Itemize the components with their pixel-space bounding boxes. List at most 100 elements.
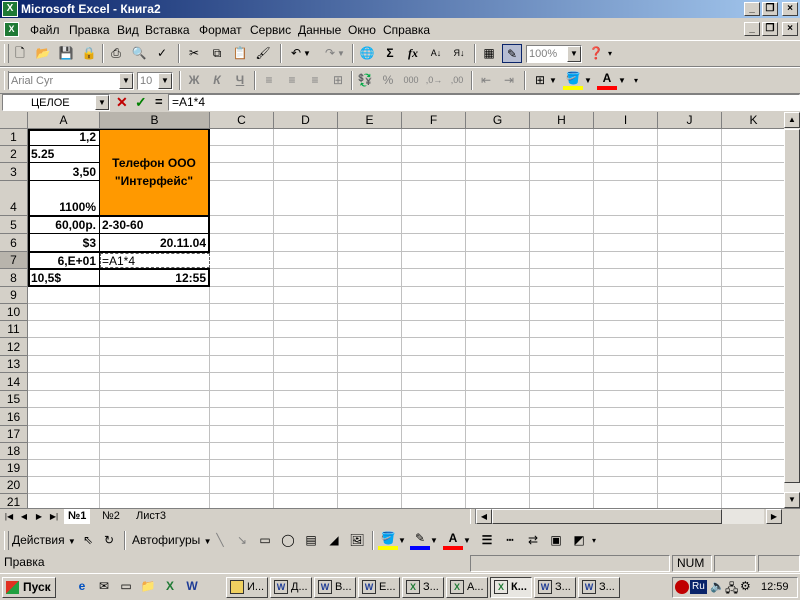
row-header[interactable]: 13 [0,356,28,373]
chevron-down-icon[interactable]: ▼ [428,531,440,550]
row-header[interactable]: 4 [0,181,28,216]
row-header[interactable]: 21 [0,494,28,508]
row-header[interactable]: 17 [0,426,28,443]
sort-desc-icon[interactable]: Я↓ [449,44,469,63]
cell-a8[interactable]: 10,5$ [31,271,97,285]
row-header[interactable]: 10 [0,304,28,321]
restore-button[interactable]: ❐ [762,2,778,16]
row-header[interactable]: 3 [0,163,28,181]
name-box[interactable]: ЦЕЛОЕ ▼ [2,94,110,111]
row-header[interactable]: 15 [0,391,28,408]
print-icon[interactable]: ⎙ [106,44,126,63]
cell-a6[interactable]: $3 [30,236,96,250]
fill-color-icon[interactable]: 🪣 [563,71,583,90]
column-header-i[interactable]: I [594,112,658,129]
fill-color-icon[interactable]: 🪣 [378,531,398,550]
vertical-scrollbar[interactable]: ▲ ▼ [784,112,800,508]
network-icon[interactable]: 🖧 [725,579,738,600]
excel-icon[interactable]: X [2,1,18,17]
task-button[interactable]: W Д... [270,577,312,598]
save-icon[interactable]: 💾 [56,44,76,63]
cell-b7-edit[interactable]: =A1*4 [102,254,206,268]
last-sheet-icon[interactable]: ▶| [47,510,61,524]
cell-b8[interactable]: 12:55 [102,271,206,285]
column-header-f[interactable]: F [402,112,466,129]
textbox-icon[interactable]: ▤ [301,531,321,550]
chevron-down-icon[interactable]: ▼ [461,531,473,550]
increase-indent-icon[interactable]: ⇥ [499,71,519,90]
font-size-combo[interactable]: 10 ▼ [137,72,173,90]
help-icon[interactable]: ❓ [586,44,606,63]
chevron-down-icon[interactable]: ▼ [567,46,581,62]
chevron-down-icon[interactable]: ▼ [119,73,133,89]
menu-view[interactable]: Вид [117,23,139,37]
options-dropdown-icon[interactable]: ▾ [630,71,642,90]
percent-button[interactable]: % [378,71,398,90]
minimize-button[interactable]: _ [744,2,760,16]
column-header-d[interactable]: D [274,112,338,129]
menu-file[interactable]: Файл [30,23,60,37]
insert-function-button[interactable]: = [155,94,163,109]
scroll-down-icon[interactable]: ▼ [784,492,800,508]
row-header[interactable]: 9 [0,287,28,304]
task-button[interactable]: W Е... [358,577,400,598]
enter-icon[interactable]: ✓ [135,94,147,111]
permission-icon[interactable]: 🔒 [79,44,99,63]
cell-a2[interactable]: 5.25 [31,147,97,161]
actions-menu[interactable]: Действия ▼ [12,533,76,547]
drawing-icon[interactable]: ✎ [502,44,522,63]
column-header-e[interactable]: E [338,112,402,129]
format-painter-icon[interactable]: 🖌 [253,44,273,63]
increase-decimal-icon[interactable]: ,0→ [424,71,444,90]
chart-wizard-icon[interactable]: ▦ [479,44,499,63]
align-center-icon[interactable]: ≡ [282,71,302,90]
scroll-thumb[interactable] [784,129,800,483]
spelling-icon[interactable]: ✓ [152,44,172,63]
zoom-combo[interactable]: 100% ▼ [526,45,582,63]
column-header-k[interactable]: K [722,112,784,129]
document-icon[interactable]: X [4,22,19,37]
autosum-icon[interactable]: Σ [380,44,400,63]
oval-icon[interactable]: ◯ [278,531,298,550]
doc-restore-button[interactable]: ❐ [762,22,778,36]
row-header[interactable]: 5 [0,216,28,234]
sort-asc-icon[interactable]: A↓ [426,44,446,63]
rotate-icon[interactable]: ↻ [99,531,119,550]
row-header[interactable]: 16 [0,408,28,426]
rectangle-icon[interactable]: ▭ [255,531,275,550]
currency-icon[interactable]: 💱 [355,71,375,90]
menu-edit[interactable]: Правка [69,23,110,37]
thousands-button[interactable]: 000 [401,71,421,90]
open-icon[interactable]: 📂 [33,44,53,63]
decrease-indent-icon[interactable]: ⇤ [476,71,496,90]
row-header[interactable]: 1 [0,129,28,146]
paste-icon[interactable]: 📋 [230,44,250,63]
row-header[interactable]: 6 [0,234,28,252]
3d-icon[interactable]: ◩ [569,531,589,550]
column-header-c[interactable]: C [210,112,274,129]
tray-settings-icon[interactable]: ⚙ [740,579,751,593]
folder-icon[interactable]: 📁 [138,577,158,596]
task-button[interactable]: W З... [534,577,576,598]
menu-insert[interactable]: Вставка [145,23,190,37]
line-color-icon[interactable]: ✎ [410,531,430,550]
undo-dropdown-icon[interactable]: ▼ [301,44,313,63]
row-header[interactable]: 14 [0,373,28,391]
scroll-thumb[interactable] [492,509,722,524]
align-right-icon[interactable]: ≡ [305,71,325,90]
row-header[interactable]: 11 [0,321,28,338]
start-button[interactable]: Пуск [2,577,56,598]
hyperlink-icon[interactable]: 🌐 [357,44,377,63]
row-header[interactable]: 7 [0,252,28,269]
copy-icon[interactable]: ⧉ [207,44,227,63]
cell-a7[interactable]: 6,E+01 [30,254,96,268]
formula-input[interactable]: =A1*4 [168,94,800,111]
merged-cell-b1[interactable]: Телефон ООО "Интерфейс" [100,130,208,215]
arrow-style-icon[interactable]: ⇄ [523,531,543,550]
cell-a5[interactable]: 60,00р. [30,218,96,232]
select-objects-icon[interactable]: ⇖ [78,531,98,550]
menu-help[interactable]: Справка [383,23,430,37]
decrease-decimal-icon[interactable]: ,00 [447,71,467,90]
cell-a1[interactable]: 1,2 [30,130,96,144]
line-style-icon[interactable]: ☰ [477,531,497,550]
